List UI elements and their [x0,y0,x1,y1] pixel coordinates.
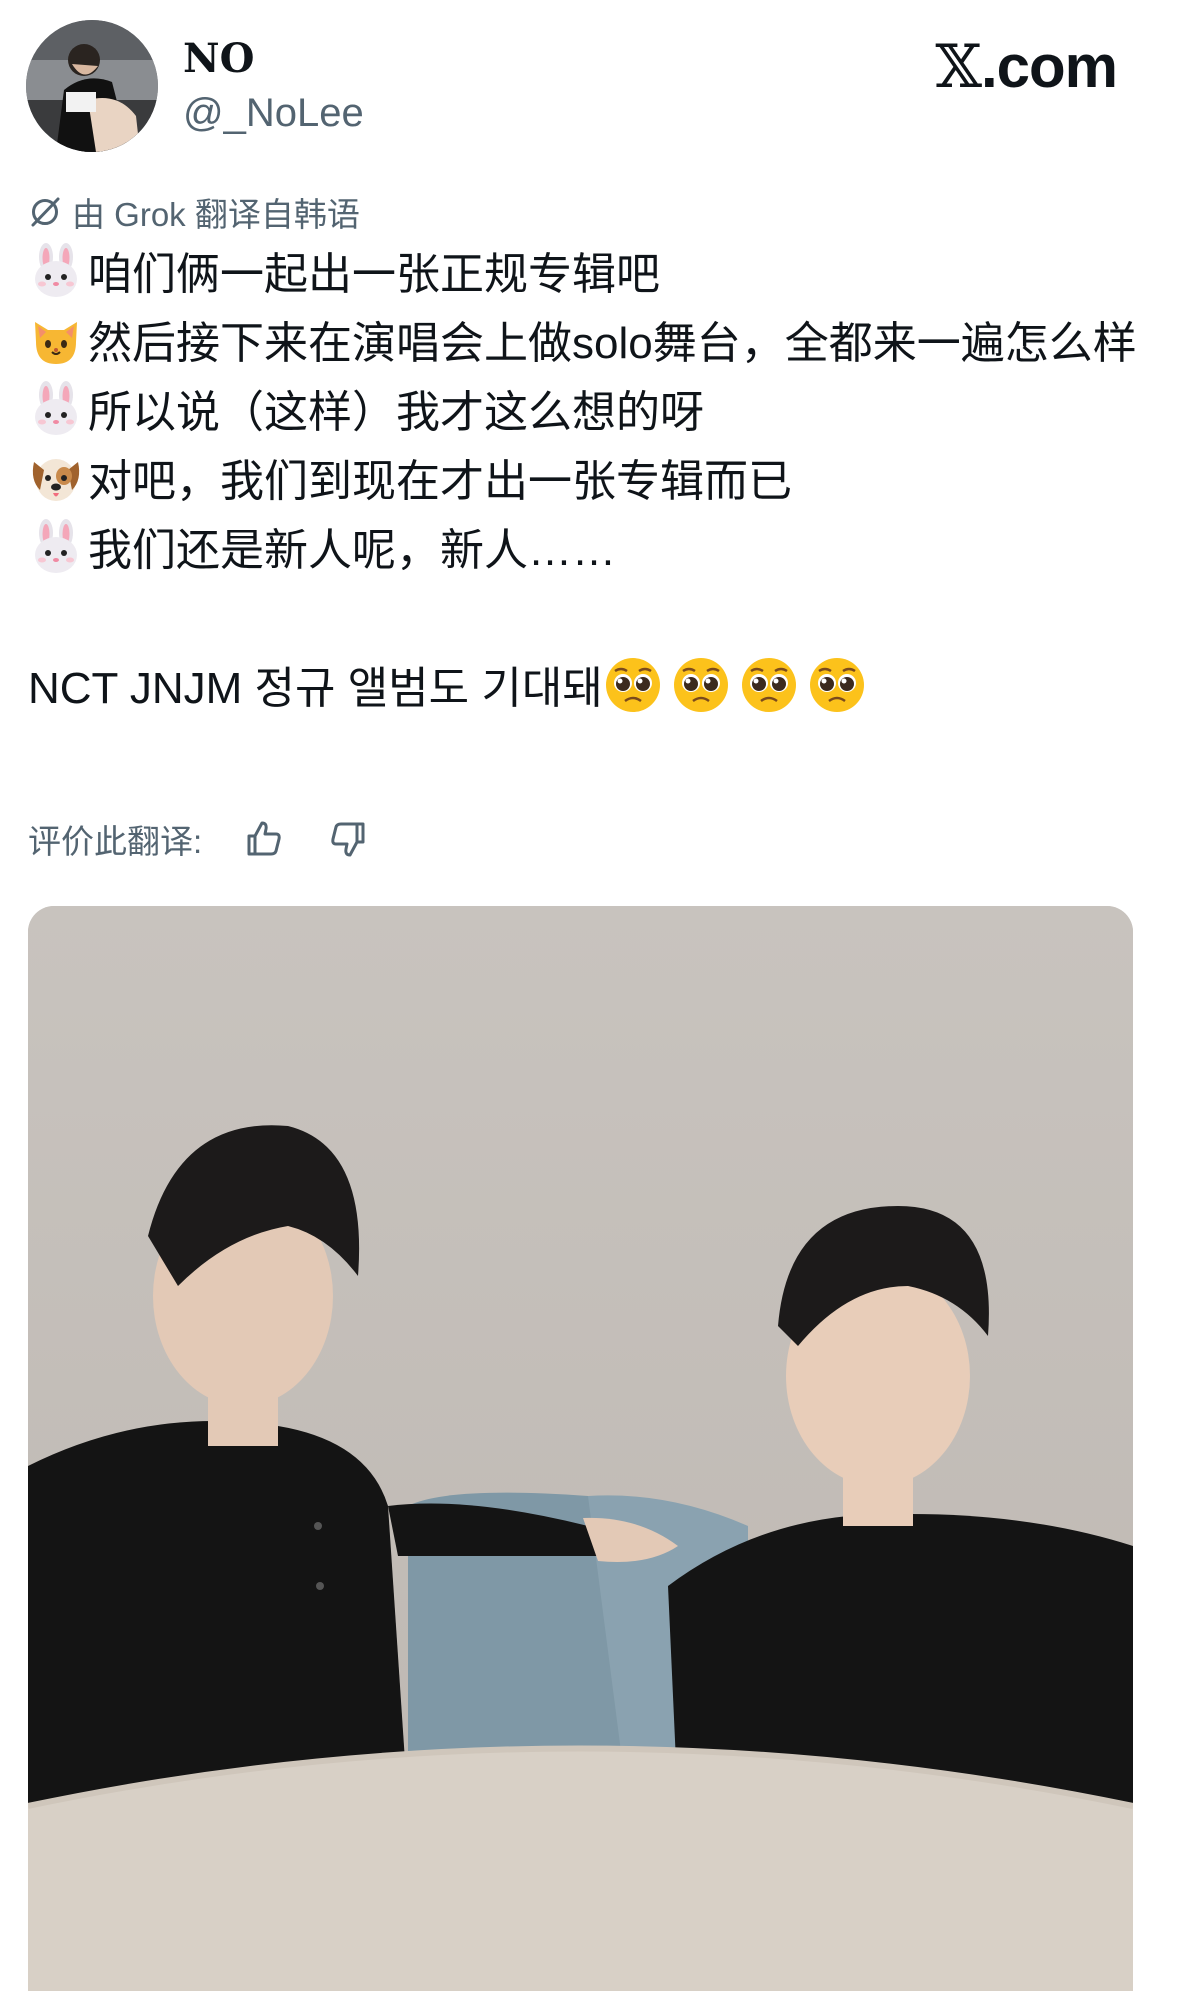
pleading-face-icon [807,655,867,715]
post-korean-text: NCT JNJM 정규 앨범도 기대돼 [28,664,603,713]
translation-note-text: 由 Grok 翻译自韩语 [72,196,360,233]
thumbs-down-button[interactable] [326,817,370,861]
post-line-text: 我们还是新人呢，新人…… [88,526,616,575]
cat-face-icon [28,312,84,368]
post-line-text: 咱们俩一起出一张正规专辑吧 [88,250,660,299]
rabbit-face-icon [28,243,84,299]
thumbs-up-icon [247,821,281,856]
post-line-text: 对吧，我们到现在才出一张专辑而已 [88,457,792,506]
post-line: 所以说（这样）我才这么想的呀 [28,378,1148,447]
rabbit-face-icon [28,381,84,437]
pleading-face-icon [739,655,799,715]
post-line-text: 所以说（这样）我才这么想的呀 [88,388,704,437]
display-name[interactable]: NO [183,34,254,84]
post-text: 咱们俩一起出一张正规专辑吧 然后接下来在演唱会上做solo舞台，全都来一遍怎么样 [28,240,1148,723]
post-media-video[interactable] [28,906,1133,1991]
rate-translation: 评价此翻译: [28,812,370,866]
translation-note[interactable]: 由 Grok 翻译自韩语 [28,190,360,234]
dog-face-icon [28,450,84,506]
post-line: 对吧，我们到现在才出一张专辑而已 [28,447,1148,516]
x-logo-suffix: .com [980,33,1118,100]
grok-icon [31,197,60,227]
x-logo-mark: 𝕏 [935,32,982,102]
thumbs-up-button[interactable] [242,817,286,861]
post-header: NO @_NoLee 𝕏.com [0,0,1179,170]
post-line: 咱们俩一起出一张正规专辑吧 [28,240,1148,309]
user-handle[interactable]: @_NoLee [183,88,364,138]
pleading-face-icon [603,655,663,715]
x-logo: 𝕏.com [935,32,1118,102]
pleading-face-icon [671,655,731,715]
post-line: 然后接下来在演唱会上做solo舞台，全都来一遍怎么样 [28,309,1148,378]
avatar[interactable] [26,20,158,152]
thumbs-down-icon [331,822,365,857]
rate-translation-label: 评价此翻译: [28,823,203,860]
post-line-text: 然后接下来在演唱会上做solo舞台，全都来一遍怎么样 [88,319,1137,368]
post-korean-line: NCT JNJM 정규 앨범도 기대돼 [28,654,1148,723]
post-line: 我们还是新人呢，新人…… [28,516,1148,585]
rabbit-face-icon [28,519,84,575]
video-thumbnail [28,906,1133,1991]
profile-photo-icon [26,20,158,152]
